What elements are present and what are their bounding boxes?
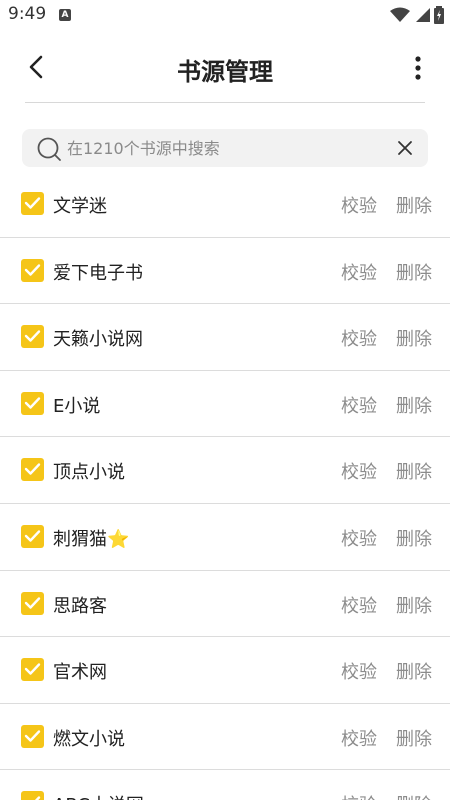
delete-button[interactable]: 删除	[396, 458, 432, 484]
status-bar: 9:49 A	[0, 0, 450, 30]
list-item: 文学迷 校验 删除	[0, 171, 450, 238]
list-item: E小说 校验 删除	[0, 371, 450, 438]
source-checkbox[interactable]	[21, 591, 44, 615]
check-icon	[24, 263, 41, 276]
check-icon	[24, 197, 41, 209]
more-vertical-icon	[415, 56, 421, 80]
delete-button[interactable]: 删除	[396, 791, 432, 800]
source-checkbox[interactable]	[21, 524, 44, 548]
verify-button[interactable]: 校验	[341, 392, 377, 418]
delete-button[interactable]: 删除	[396, 192, 432, 218]
delete-button[interactable]: 删除	[396, 325, 432, 351]
header-divider	[25, 102, 425, 103]
verify-button[interactable]: 校验	[341, 458, 377, 484]
source-name: 文学迷	[53, 196, 107, 217]
app-header: 书源管理	[0, 36, 450, 98]
status-time: 9:49	[8, 4, 47, 24]
source-checkbox[interactable]	[21, 724, 44, 748]
list-item: 爱下电子书 校验 删除	[0, 238, 450, 305]
notification-badge-icon: A	[59, 9, 71, 21]
status-icons	[390, 6, 444, 24]
source-checkbox[interactable]	[21, 325, 44, 349]
search-bar	[22, 129, 428, 167]
source-list: 文学迷 校验 删除 爱下电子书 校验 删除 天籁小说网 校验 删除 E小说 校验…	[0, 171, 450, 800]
list-item: 燃文小说 校验 删除	[0, 704, 450, 771]
delete-button[interactable]: 删除	[396, 725, 432, 751]
source-name: 官术网	[53, 662, 107, 684]
source-checkbox[interactable]	[21, 791, 44, 800]
verify-button[interactable]: 校验	[341, 725, 377, 751]
verify-button[interactable]: 校验	[341, 525, 377, 551]
clear-search-button[interactable]	[396, 139, 414, 157]
more-menu-button[interactable]	[410, 50, 426, 84]
check-icon	[24, 530, 41, 542]
source-checkbox[interactable]	[21, 391, 44, 415]
source-name: 顶点小说	[53, 462, 125, 484]
delete-button[interactable]: 删除	[396, 592, 432, 618]
delete-button[interactable]: 删除	[396, 392, 432, 418]
source-checkbox[interactable]	[21, 192, 44, 215]
source-name: 爱下电子书	[53, 262, 143, 284]
list-item: 顶点小说 校验 删除	[0, 437, 450, 504]
check-icon	[24, 397, 41, 409]
delete-button[interactable]: 删除	[396, 259, 432, 285]
source-name: 思路客	[53, 595, 107, 617]
check-icon	[24, 463, 41, 476]
wifi-icon	[390, 7, 410, 22]
verify-button[interactable]: 校验	[341, 192, 377, 218]
page-title: 书源管理	[177, 58, 273, 86]
delete-button[interactable]: 删除	[396, 658, 432, 684]
check-icon	[24, 596, 41, 609]
list-item: 刺猬猫⭐ 校验 删除	[0, 504, 450, 571]
verify-button[interactable]: 校验	[341, 592, 377, 618]
verify-button[interactable]: 校验	[341, 325, 377, 351]
check-icon	[24, 663, 41, 675]
verify-button[interactable]: 校验	[341, 658, 377, 684]
signal-icon	[416, 8, 430, 22]
list-item: ABC小说网 校验 删除	[0, 770, 450, 800]
check-icon	[24, 730, 41, 742]
list-item: 思路客 校验 删除	[0, 571, 450, 638]
list-item: 天籁小说网 校验 删除	[0, 304, 450, 371]
verify-button[interactable]: 校验	[341, 791, 377, 800]
source-name: ABC小说网	[53, 791, 144, 800]
list-item: 官术网 校验 删除	[0, 637, 450, 704]
verify-button[interactable]: 校验	[341, 259, 377, 285]
battery-icon	[434, 6, 444, 24]
check-icon	[35, 796, 41, 800]
close-icon	[398, 141, 412, 155]
search-icon	[37, 137, 61, 161]
source-name: 燃文小说	[53, 728, 125, 750]
check-icon	[24, 330, 41, 342]
source-checkbox[interactable]	[21, 258, 44, 282]
source-name: E小说	[53, 395, 101, 417]
delete-button[interactable]: 删除	[396, 525, 432, 551]
source-checkbox[interactable]	[21, 658, 44, 682]
source-name: 天籁小说网	[53, 329, 143, 351]
search-input[interactable]	[67, 129, 377, 167]
source-name: 刺猬猫⭐	[53, 528, 130, 550]
source-checkbox[interactable]	[21, 458, 44, 482]
